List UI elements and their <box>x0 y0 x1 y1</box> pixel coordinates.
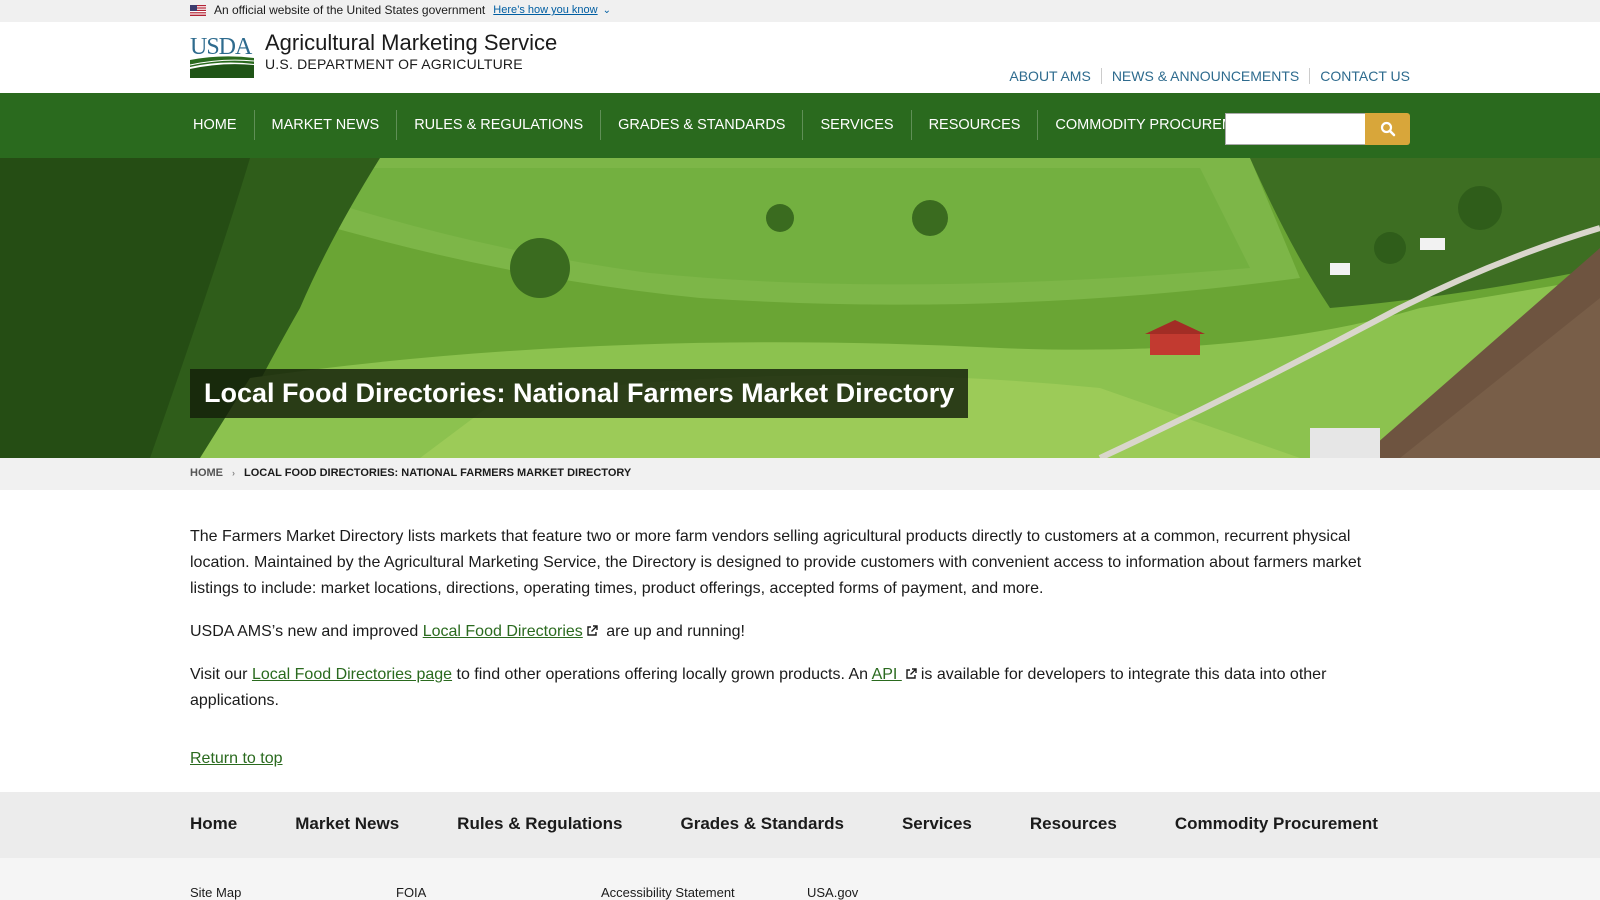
footer-link-site-map[interactable]: Site Map <box>190 885 241 900</box>
svg-text:USDA: USDA <box>190 34 253 60</box>
gov-banner: An official website of the United States… <box>0 0 1600 22</box>
breadcrumb-current: LOCAL FOOD DIRECTORIES: NATIONAL FARMERS… <box>244 467 632 479</box>
main-nav: HOME MARKET NEWS RULES & REGULATIONS GRA… <box>0 93 1600 158</box>
footer-link-usa-gov[interactable]: USA.gov <box>807 885 858 900</box>
usda-logo[interactable]: USDA <box>190 34 254 78</box>
agency-name[interactable]: Agricultural Marketing Service <box>265 30 557 56</box>
utility-nav-about[interactable]: ABOUT AMS <box>999 68 1100 84</box>
nav-item-home[interactable]: HOME <box>190 110 254 140</box>
nav-item-rules-regulations[interactable]: RULES & REGULATIONS <box>396 110 600 140</box>
utility-nav: ABOUT AMS NEWS & ANNOUNCEMENTS CONTACT U… <box>999 68 1410 84</box>
search-icon <box>1380 121 1395 137</box>
footer-nav-services[interactable]: Services <box>902 814 972 834</box>
footer-nav-resources[interactable]: Resources <box>1030 814 1117 834</box>
utility-nav-news[interactable]: NEWS & ANNOUNCEMENTS <box>1100 68 1309 84</box>
footer-nav-rules-regulations[interactable]: Rules & Regulations <box>457 814 622 834</box>
visit-text-before: Visit our <box>190 666 252 683</box>
nav-item-market-news[interactable]: MARKET NEWS <box>253 110 397 140</box>
visit-text-middle: to find other operations offering locall… <box>452 666 872 683</box>
how-you-know-link[interactable]: Here’s how you know <box>493 4 597 16</box>
return-to-top-link[interactable]: Return to top <box>190 750 283 768</box>
site-header: USDA Agricultural Marketing Service U.S.… <box>0 22 1600 93</box>
footer-nav: Home Market News Rules & Regulations Gra… <box>0 792 1600 858</box>
hero-banner: Local Food Directories: National Farmers… <box>0 158 1600 458</box>
main-content: The Farmers Market Directory lists marke… <box>190 524 1400 731</box>
department-name: U.S. DEPARTMENT OF AGRICULTURE <box>265 56 523 72</box>
visit-paragraph: Visit our Local Food Directories page to… <box>190 662 1400 714</box>
footer-link-accessibility[interactable]: Accessibility Statement <box>601 885 735 900</box>
footer-links: Site Map FOIA Accessibility Statement US… <box>0 858 1600 900</box>
breadcrumb-home[interactable]: HOME <box>190 467 223 479</box>
external-link-icon <box>906 668 917 679</box>
nav-item-grades-standards[interactable]: GRADES & STANDARDS <box>600 110 802 140</box>
intro-paragraph: The Farmers Market Directory lists marke… <box>190 528 1362 597</box>
announcement-paragraph: USDA AMS’s new and improved Local Food D… <box>190 619 1400 645</box>
footer-nav-market-news[interactable]: Market News <box>295 814 399 834</box>
footer-nav-home[interactable]: Home <box>190 814 237 834</box>
chevron-down-icon[interactable]: ⌄ <box>603 5 611 16</box>
announcement-text-after: are up and running! <box>601 623 745 640</box>
nav-item-resources[interactable]: RESOURCES <box>910 110 1038 140</box>
page-title: Local Food Directories: National Farmers… <box>190 369 969 418</box>
announcement-text-before: USDA AMS’s new and improved <box>190 623 423 640</box>
local-food-directories-page-link[interactable]: Local Food Directories page <box>252 666 452 683</box>
footer-nav-grades-standards[interactable]: Grades & Standards <box>680 814 843 834</box>
nav-item-services[interactable]: SERVICES <box>802 110 910 140</box>
external-link-icon <box>587 625 598 636</box>
breadcrumb: HOME › LOCAL FOOD DIRECTORIES: NATIONAL … <box>0 458 1600 490</box>
utility-nav-contact[interactable]: CONTACT US <box>1309 68 1410 84</box>
search-input[interactable] <box>1225 113 1366 145</box>
search-button[interactable] <box>1365 113 1410 145</box>
gov-banner-text: An official website of the United States… <box>214 3 486 17</box>
us-flag-icon <box>190 4 206 16</box>
local-food-directories-link[interactable]: Local Food Directories <box>423 623 583 640</box>
api-link[interactable]: API <box>872 666 902 683</box>
footer-nav-commodity-procurement[interactable]: Commodity Procurement <box>1175 814 1378 834</box>
footer-link-foia[interactable]: FOIA <box>396 885 426 900</box>
breadcrumb-separator: › <box>232 468 235 478</box>
